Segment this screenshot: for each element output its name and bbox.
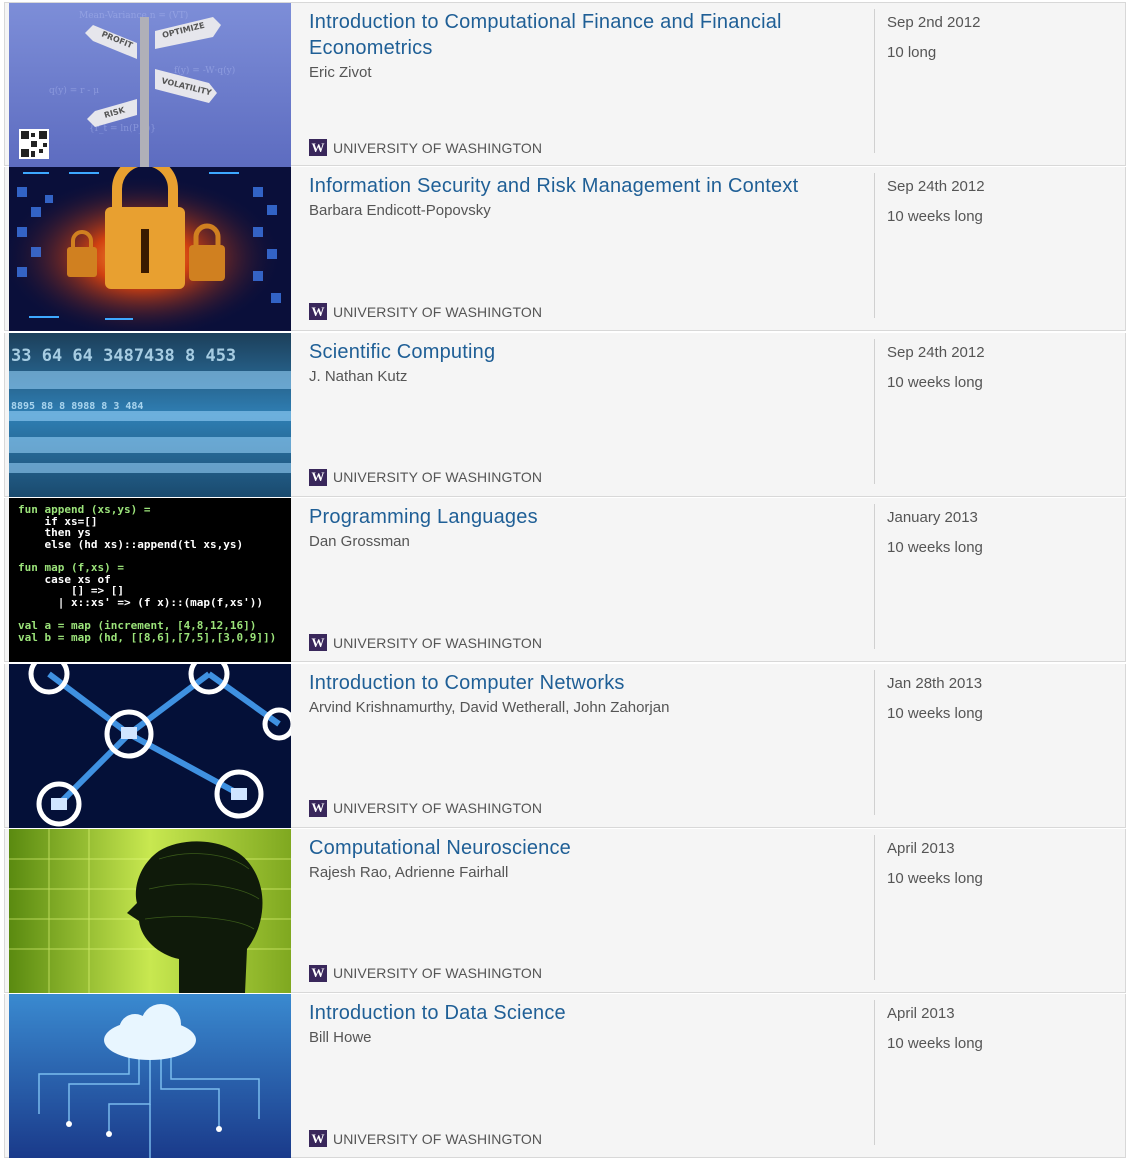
course-instructors: Dan Grossman xyxy=(309,533,410,551)
university-label: W UNIVERSITY OF WASHINGTON xyxy=(309,964,543,982)
wireframe-head-image[interactable] xyxy=(9,828,291,993)
digital-text-mid: 8895 88 8 8988 8 3 484 xyxy=(11,401,143,412)
padlock-image[interactable] xyxy=(9,167,291,332)
course-duration: 10 weeks long xyxy=(887,373,983,391)
course-date: Sep 2nd 2012 xyxy=(887,14,981,31)
course-row[interactable]: Introduction to Data Science Bill Howe W… xyxy=(4,994,1126,1159)
course-meta: Sep 24th 2012 10 weeks long xyxy=(874,338,985,484)
uw-logo-icon: W xyxy=(309,964,327,982)
university-label: W UNIVERSITY OF WASHINGTON xyxy=(309,303,543,321)
course-meta: January 2013 10 weeks long xyxy=(874,504,983,650)
uw-logo-icon: W xyxy=(309,634,327,652)
university-name: UNIVERSITY OF WASHINGTON xyxy=(333,303,543,320)
finance-signpost-image[interactable]: Mean-Variance n = (VT) q(y) = r - μ f(y)… xyxy=(9,3,291,167)
university-label: W UNIVERSITY OF WASHINGTON xyxy=(309,139,542,156)
code-line: else (hd xs)::append(tl xs,ys) xyxy=(18,537,244,551)
course-duration: 10 weeks long xyxy=(887,208,983,226)
course-date: April 2013 xyxy=(887,839,955,857)
course-duration: 10 weeks long xyxy=(887,1035,983,1053)
university-name: UNIVERSITY OF WASHINGTON xyxy=(333,634,543,651)
course-title[interactable]: Scientific Computing xyxy=(309,339,857,365)
course-instructors: Arvind Krishnamurthy, David Wetherall, J… xyxy=(309,698,670,716)
course-instructors: Rajesh Rao, Adrienne Fairhall xyxy=(309,863,509,881)
course-date: Jan 28th 2013 xyxy=(887,674,983,692)
course-instructors: Bill Howe xyxy=(309,1029,372,1047)
course-meta: April 2013 10 weeks long xyxy=(874,834,983,980)
course-meta: Sep 24th 2012 10 weeks long xyxy=(874,173,985,319)
course-row[interactable]: Introduction to Computer Networks Arvind… xyxy=(4,663,1126,828)
course-title[interactable]: Information Security and Risk Management… xyxy=(309,173,857,199)
uw-logo-icon: W xyxy=(309,303,327,321)
digital-numbers-image[interactable]: 33 64 64 3487438 8 453 8895 88 8 8988 8 … xyxy=(9,332,291,497)
university-label: W UNIVERSITY OF WASHINGTON xyxy=(309,799,543,817)
course-meta: Sep 2nd 2012 10 long xyxy=(874,9,980,153)
university-name: UNIVERSITY OF WASHINGTON xyxy=(333,965,543,982)
course-title[interactable]: Introduction to Computer Networks xyxy=(309,670,857,696)
university-label: W UNIVERSITY OF WASHINGTON xyxy=(309,634,543,652)
course-duration: 10 long xyxy=(887,44,937,61)
course-row[interactable]: fun append (xs,ys) = if xs=[] then ys el… xyxy=(4,498,1126,663)
code-line: | x::xs' => (f x)::(map(f,xs')) xyxy=(18,595,264,609)
course-duration: 10 weeks long xyxy=(887,539,983,557)
course-duration: 10 weeks long xyxy=(887,869,983,887)
course-meta: April 2013 10 weeks long xyxy=(874,1000,983,1146)
course-duration: 10 weeks long xyxy=(887,704,983,722)
svg-text:q(y) = r - μ: q(y) = r - μ xyxy=(49,85,99,96)
course-date: Sep 24th 2012 xyxy=(887,178,985,196)
course-row[interactable]: 33 64 64 3487438 8 453 8895 88 8 8988 8 … xyxy=(4,332,1126,497)
course-date: January 2013 xyxy=(887,509,978,527)
university-name: UNIVERSITY OF WASHINGTON xyxy=(333,800,543,817)
code-snippet: fun append (xs,ys) = if xs=[] then ys el… xyxy=(18,504,276,643)
uw-logo-icon: W xyxy=(309,799,327,817)
course-instructors: Barbara Endicott-Popovsky xyxy=(309,202,491,220)
course-instructors: Eric Zivot xyxy=(309,64,372,81)
course-meta: Jan 28th 2013 10 weeks long xyxy=(874,669,983,815)
uw-logo-icon: W xyxy=(309,139,327,156)
course-row[interactable]: Information Security and Risk Management… xyxy=(4,167,1126,332)
svg-text:Mean-Variance n = (VT): Mean-Variance n = (VT) xyxy=(79,10,188,21)
university-name: UNIVERSITY OF WASHINGTON xyxy=(333,469,543,486)
code-line: val b = map (hd, [[8,6],[7,5],[3,0,9]]) xyxy=(18,630,277,644)
sml-code-image[interactable]: fun append (xs,ys) = if xs=[] then ys el… xyxy=(9,498,291,663)
svg-text:f(y) = -W·q(y): f(y) = -W·q(y) xyxy=(174,65,235,76)
course-list: Mean-Variance n = (VT) q(y) = r - μ f(y)… xyxy=(4,2,1126,1160)
course-date: April 2013 xyxy=(887,1005,955,1023)
university-name: UNIVERSITY OF WASHINGTON xyxy=(333,1130,543,1147)
qr-code-icon xyxy=(19,129,49,159)
cloud-circuit-image[interactable] xyxy=(9,994,291,1159)
digital-text-top: 33 64 64 3487438 8 453 xyxy=(11,346,236,366)
uw-logo-icon: W xyxy=(309,468,327,486)
network-nodes-image[interactable] xyxy=(9,663,291,828)
code-line: val a = map (increment, [4,8,12,16]) xyxy=(18,619,257,633)
course-row[interactable]: Mean-Variance n = (VT) q(y) = r - μ f(y)… xyxy=(4,2,1126,167)
course-date: Sep 24th 2012 xyxy=(887,343,985,361)
course-title[interactable]: Introduction to Data Science xyxy=(309,1000,857,1026)
course-instructors: J. Nathan Kutz xyxy=(309,367,408,385)
course-title[interactable]: Programming Languages xyxy=(309,504,857,530)
course-row[interactable]: Computational Neuroscience Rajesh Rao, A… xyxy=(4,828,1126,993)
university-name: UNIVERSITY OF WASHINGTON xyxy=(333,139,543,156)
university-label: W UNIVERSITY OF WASHINGTON xyxy=(309,468,543,486)
course-title[interactable]: Introduction to Computational Finance an… xyxy=(309,9,857,61)
code-line: fun map (f,xs) = xyxy=(18,561,124,575)
course-title[interactable]: Computational Neuroscience xyxy=(309,835,857,861)
